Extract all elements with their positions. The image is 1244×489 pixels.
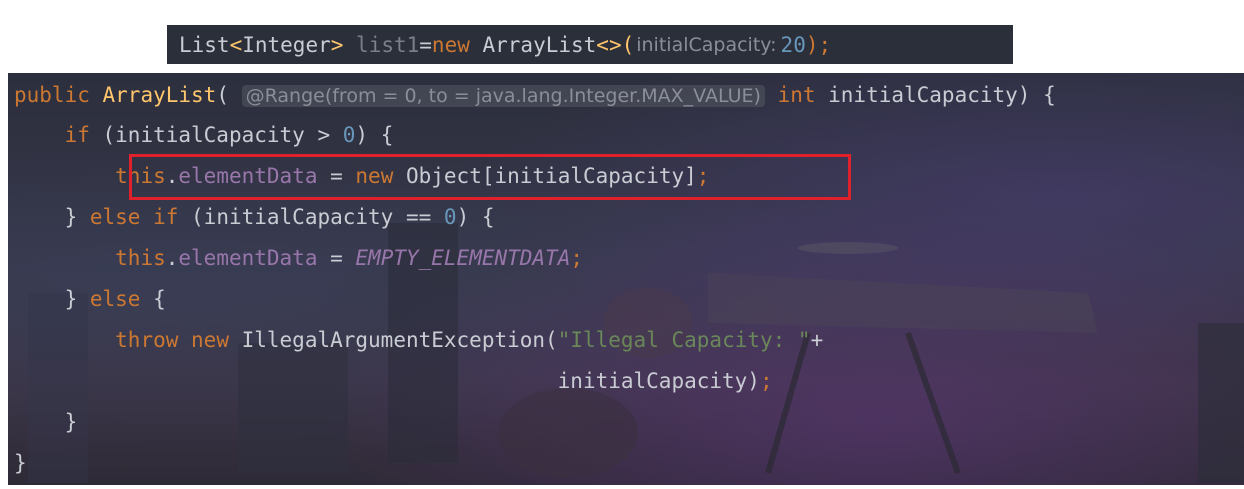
keyword-public: public	[14, 83, 90, 107]
generic-close: >	[330, 32, 357, 57]
generic-open: <	[229, 32, 243, 57]
keyword-throw: throw	[115, 328, 179, 352]
param-initial-capacity: initialCapacity) {	[815, 83, 1056, 107]
code-snippet-list1: List < Integer > list1 = new ArrayList <>(init…	[167, 25, 1013, 64]
code-line-10: }	[14, 448, 27, 478]
initial-capacity-arg: initialCapacity)	[14, 369, 760, 393]
method-arraylist: ArrayList	[102, 83, 217, 107]
keyword-if: if	[153, 205, 179, 229]
type-arraylist: ArrayList	[469, 32, 597, 57]
arraylist-constructor-code: public ArrayList( @Range(from = 0, to = …	[8, 73, 1244, 485]
string-illegal-capacity: "Illegal Capacity: "	[557, 328, 811, 352]
keyword-this: this	[115, 246, 166, 270]
inlay-hint-initial-capacity: initialCapacity:	[636, 33, 777, 56]
keyword-int: int	[777, 83, 816, 107]
code-line-2: if (initialCapacity > 0) {	[14, 120, 394, 150]
number-20: 20	[780, 32, 806, 57]
inlay-hint-range-annotation: @Range(from = 0, to = java.lang.Integer.…	[241, 85, 765, 107]
highlight-box	[129, 154, 851, 200]
code-line-1: public ArrayList( @Range(from = 0, to = …	[14, 80, 1056, 110]
type-integer: Integer	[242, 32, 331, 57]
code-line-4: } else if (initialCapacity == 0) {	[14, 202, 495, 232]
code-line-8: initialCapacity);	[14, 366, 773, 396]
field-element-data: elementData	[178, 246, 318, 270]
keyword-new: new	[191, 328, 229, 352]
code-line-9: }	[14, 407, 78, 437]
constant-empty-elementdata: EMPTY_ELEMENTDATA	[355, 246, 571, 270]
plus-operator: +	[810, 328, 824, 352]
variable-list1: list1	[356, 32, 420, 57]
close-brace-open: ) {	[355, 123, 394, 147]
diamond-paren: <>(	[596, 32, 635, 57]
semicolon: ;	[759, 369, 773, 393]
close-brace-open: ) {	[456, 205, 495, 229]
close-brace: }	[14, 451, 27, 475]
open-brace: {	[140, 287, 166, 311]
code-line-5: this.elementData = EMPTY_ELEMENTDATA;	[14, 243, 583, 273]
code-editor: public ArrayList( @Range(from = 0, to = …	[8, 73, 1244, 485]
open-paren: (	[216, 83, 242, 107]
exception-constructor: IllegalArgumentException(	[228, 328, 558, 352]
code-line-6: } else {	[14, 284, 166, 314]
number-0: 0	[342, 123, 356, 147]
close-paren-semicolon: );	[805, 32, 832, 57]
assign: =	[317, 246, 356, 270]
keyword-if: if	[64, 123, 90, 147]
keyword-new: new	[431, 32, 470, 57]
condition: (initialCapacity ==	[178, 205, 444, 229]
type-list: List	[179, 32, 230, 57]
keyword-else: else	[89, 287, 141, 311]
keyword-else: else	[89, 205, 141, 229]
condition: (initialCapacity >	[89, 123, 343, 147]
close-brace: }	[14, 205, 90, 229]
semicolon: ;	[570, 246, 583, 270]
dot: .	[165, 246, 179, 270]
assign-operator: =	[419, 32, 432, 57]
close-brace: }	[14, 410, 78, 434]
number-0: 0	[443, 205, 457, 229]
code-line-7: throw new IllegalArgumentException("Ille…	[14, 325, 823, 355]
close-brace: }	[14, 287, 90, 311]
